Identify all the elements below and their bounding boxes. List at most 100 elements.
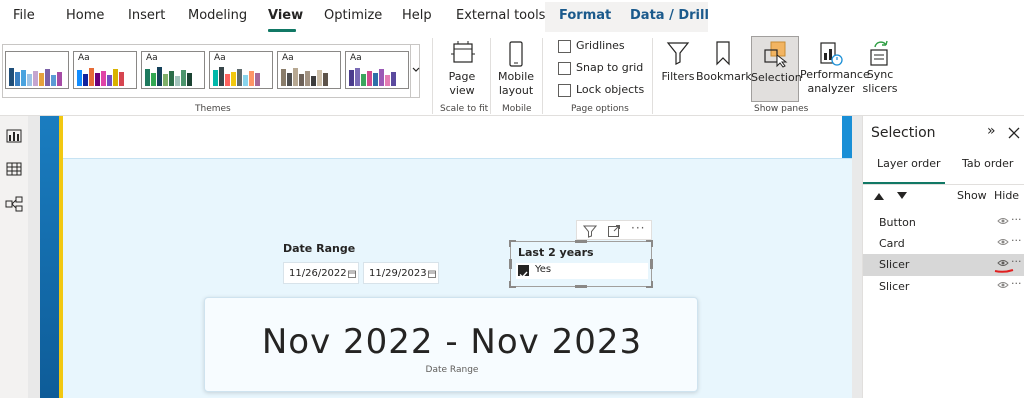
- layer-item-selected[interactable]: Slicer ···: [863, 254, 1024, 276]
- page-left-accent: [40, 116, 60, 398]
- report-view-button[interactable]: [0, 126, 28, 146]
- page-view-icon: [451, 41, 475, 63]
- tab-tab-order[interactable]: Tab order: [962, 157, 1013, 170]
- resize-handle[interactable]: [509, 281, 516, 288]
- snap-to-grid-checkbox[interactable]: Snap to grid: [558, 61, 643, 77]
- theme-tile[interactable]: Aa: [345, 51, 409, 89]
- page-header-strip: [40, 116, 852, 158]
- page-view-button[interactable]: Page view: [440, 38, 484, 100]
- mobile-layout-label: Mobile layout: [497, 70, 535, 97]
- selection-pane-button[interactable]: Selection: [751, 36, 802, 102]
- menu-data-drill[interactable]: Data / Drill: [630, 8, 709, 23]
- start-date-input[interactable]: 11/26/2022: [283, 262, 359, 284]
- slicer-option-yes[interactable]: Yes: [516, 263, 648, 279]
- themes-expand-button[interactable]: [410, 45, 420, 97]
- theme-tile[interactable]: Aa: [141, 51, 205, 89]
- resize-handle[interactable]: [575, 240, 587, 243]
- theme-tile[interactable]: Aa: [209, 51, 273, 89]
- bookmarks-pane-button[interactable]: Bookmarks: [696, 38, 757, 100]
- menu-format[interactable]: Format: [559, 8, 611, 23]
- menu-modeling[interactable]: Modeling: [188, 8, 247, 23]
- view-switcher: [0, 116, 28, 398]
- bookmark-icon: [716, 41, 730, 66]
- group-label-show-panes: Show panes: [754, 104, 809, 114]
- pane-title: Selection: [871, 125, 936, 141]
- last-2-years-slicer[interactable]: Last 2 years Yes: [509, 240, 653, 288]
- filters-pane-button[interactable]: Filters: [660, 38, 696, 100]
- group-divider: [652, 38, 653, 114]
- slicer-title: Last 2 years: [518, 246, 594, 259]
- sync-slicers-icon: [870, 40, 888, 66]
- tab-layer-order[interactable]: Layer order: [877, 157, 941, 170]
- more-options-icon[interactable]: ···: [1011, 213, 1022, 226]
- model-diagram-icon: [5, 196, 23, 212]
- calendar-icon: [428, 270, 436, 278]
- theme-tile[interactable]: Aa: [277, 51, 341, 89]
- date-range-card[interactable]: Nov 2022 - Nov 2023 Date Range: [204, 297, 698, 392]
- show-all-button[interactable]: Show: [957, 189, 987, 202]
- more-options-icon[interactable]: ···: [1011, 234, 1022, 247]
- filter-funnel-icon: [666, 42, 690, 65]
- menu-help[interactable]: Help: [402, 8, 432, 23]
- move-down-icon[interactable]: [896, 191, 908, 201]
- move-up-icon[interactable]: [873, 191, 885, 201]
- page-right-accent: [842, 116, 852, 158]
- close-icon[interactable]: [1008, 127, 1020, 139]
- gridlines-checkbox[interactable]: Gridlines: [558, 39, 625, 55]
- resize-handle[interactable]: [575, 285, 587, 288]
- theme-tile[interactable]: [5, 51, 69, 89]
- resize-handle[interactable]: [509, 240, 516, 247]
- selection-pane: Selection » Layer order Tab order Show H…: [862, 116, 1024, 398]
- table-grid-icon: [6, 162, 22, 176]
- group-label-themes: Themes: [195, 104, 231, 114]
- menu-optimize[interactable]: Optimize: [324, 8, 382, 23]
- lock-objects-checkbox[interactable]: Lock objects: [558, 83, 644, 99]
- theme-tile[interactable]: Aa: [73, 51, 137, 89]
- menu-home[interactable]: Home: [66, 8, 104, 23]
- menu-insert[interactable]: Insert: [128, 8, 165, 23]
- resize-handle[interactable]: [650, 259, 653, 269]
- date-range-slicer[interactable]: Date Range 11/26/2022 11/29/2023: [283, 242, 453, 286]
- focus-mode-icon[interactable]: [607, 224, 621, 238]
- menu-bar: File Home Insert Modeling View Optimize …: [0, 0, 1024, 34]
- table-view-button[interactable]: [0, 159, 28, 179]
- performance-analyzer-button[interactable]: Performance analyzer: [800, 38, 870, 100]
- filter-funnel-icon[interactable]: [583, 224, 597, 238]
- layer-item[interactable]: Slicer ···: [863, 276, 1024, 298]
- group-label-mobile: Mobile: [502, 104, 532, 114]
- performance-analyzer-icon: [820, 42, 843, 66]
- more-options-icon[interactable]: ···: [631, 221, 645, 235]
- slicer-title: Date Range: [283, 242, 356, 255]
- eye-icon[interactable]: [997, 280, 1009, 290]
- menu-view[interactable]: View: [268, 8, 303, 23]
- eye-icon[interactable]: [997, 258, 1009, 268]
- menu-file[interactable]: File: [13, 8, 35, 23]
- group-label-page-options: Page options: [571, 104, 629, 114]
- layer-item[interactable]: Button ···: [863, 212, 1024, 234]
- divider: [863, 184, 1024, 185]
- resize-handle[interactable]: [646, 281, 653, 288]
- model-view-button[interactable]: [0, 194, 28, 214]
- group-divider: [542, 38, 543, 114]
- more-options-icon[interactable]: ···: [1011, 277, 1022, 290]
- group-divider: [490, 38, 491, 114]
- report-bar-chart-icon: [6, 129, 22, 143]
- red-annotation-mark: [994, 269, 1014, 273]
- eye-icon[interactable]: [997, 216, 1009, 226]
- card-label: Date Range: [425, 365, 479, 375]
- resize-handle[interactable]: [646, 240, 653, 247]
- more-options-icon[interactable]: ···: [1011, 255, 1022, 268]
- resize-handle[interactable]: [509, 259, 512, 269]
- layer-item[interactable]: Card ···: [863, 233, 1024, 255]
- sync-slicers-button[interactable]: Sync slicers: [862, 38, 898, 100]
- mobile-layout-button[interactable]: Mobile layout: [496, 38, 536, 100]
- eye-icon[interactable]: [997, 237, 1009, 247]
- hide-all-button[interactable]: Hide: [994, 189, 1019, 202]
- collapse-pane-icon[interactable]: »: [987, 123, 996, 139]
- menu-external-tools[interactable]: External tools: [456, 8, 545, 23]
- page-view-label: Page view: [448, 70, 476, 97]
- group-divider: [432, 38, 433, 114]
- active-tab-indicator: [268, 29, 296, 32]
- end-date-input[interactable]: 11/29/2023: [363, 262, 439, 284]
- checkbox-checked-icon: [518, 265, 529, 279]
